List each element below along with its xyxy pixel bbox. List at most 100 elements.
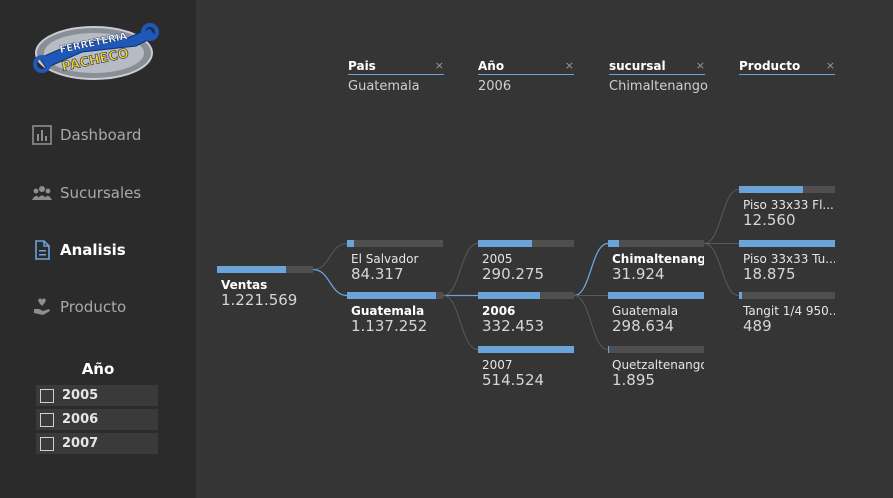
tree-node-2006[interactable]: 2006 332.453 [478,292,574,334]
node-value: 1.895 [612,371,655,389]
tree-node-piso-fl[interactable]: Piso 33x33 Fl... 12.560 [739,186,835,228]
node-label: Quetzaltenango [612,358,704,372]
node-bar [347,292,443,299]
level-underline [739,74,835,75]
node-value: 84.317 [351,265,404,283]
tree-node-guatemala[interactable]: Guatemala 1.137.252 [347,292,443,334]
node-label: 2005 [482,252,513,266]
year-option-2007[interactable]: 2007 [36,433,158,454]
close-icon[interactable]: × [565,60,574,72]
level-underline [609,74,705,75]
tree-connector [442,295,479,350]
bar-chart-icon [32,125,52,145]
year-option-2006[interactable]: 2006 [36,409,158,430]
tree-node-piso-tu[interactable]: Piso 33x33 Tu... 18.875 [739,240,835,282]
node-value: 1.221.569 [221,291,298,309]
level-selected-value: Chimaltenango [609,79,708,94]
node-bar [478,292,574,299]
node-bar [347,240,443,247]
tree-node-tangit[interactable]: Tangit 1/4 950... 489 [739,292,835,334]
tree-connector [442,243,479,296]
node-value: 332.453 [482,317,545,335]
node-bar [478,346,574,353]
node-value: 18.875 [743,265,796,283]
node-label: Ventas [221,278,268,292]
nav-producto-label: Producto [60,298,127,316]
year-option-2005[interactable]: 2005 [36,385,158,406]
year-option-label: 2005 [62,388,99,403]
checkbox[interactable] [40,412,54,427]
nav-sucursales[interactable]: Sucursales [32,181,141,205]
people-icon [32,186,52,200]
node-bar [608,292,704,299]
node-label: Chimaltenango [612,252,704,266]
level-selected-value: Guatemala [348,79,420,94]
sidebar: FERRETERIA PACHECO Dashboard Sucursales [0,0,196,498]
tree-connector [703,189,740,244]
node-bar [739,186,835,193]
node-bar-fill [478,346,574,353]
tree-node-ventas[interactable]: Ventas 1.221.569 [217,266,313,308]
node-bar [478,240,574,247]
node-label: Guatemala [612,304,679,318]
node-bar [608,346,704,353]
tree-node-2007[interactable]: 2007 514.524 [478,346,574,388]
node-value: 31.924 [612,265,665,283]
tree-node-2005[interactable]: 2005 290.275 [478,240,574,282]
node-bar [739,292,835,299]
node-bar-fill [347,292,437,299]
ferreteria-pacheco-logo: FERRETERIA PACHECO [33,23,159,80]
nav-analisis[interactable]: Analisis [32,238,126,262]
node-label: Guatemala [351,304,425,318]
checkbox[interactable] [40,436,54,451]
nav-analisis-label: Analisis [60,241,126,259]
tree-connector [312,268,348,297]
node-value: 290.275 [482,265,545,283]
node-label: Piso 33x33 Fl... [743,198,834,212]
nav-dashboard-label: Dashboard [60,126,142,144]
close-icon[interactable]: × [696,60,705,72]
level-name: Año [478,59,505,73]
tree-node-quetzaltenango[interactable]: Quetzaltenango 1.895 [608,346,704,388]
node-label: El Salvador [351,252,419,266]
level-header-pais: Pais × Guatemala [348,58,444,94]
level-header-anio: Año × 2006 [478,58,574,94]
node-bar-fill [739,240,835,247]
nav-sucursales-label: Sucursales [60,184,142,202]
tree-node-chimaltenango[interactable]: Chimaltenango 31.924 [608,240,704,282]
year-option-label: 2006 [62,412,99,427]
tree-node-el-salvador[interactable]: El Salvador 84.317 [347,240,443,282]
node-bar [608,240,704,247]
node-label: Piso 33x33 Tu... [743,252,835,266]
level-name: Pais [348,59,376,73]
level-name: Producto [739,59,801,73]
node-label: 2006 [482,304,516,318]
document-icon [35,240,50,260]
node-bar [739,240,835,247]
close-icon[interactable]: × [435,60,444,72]
node-bar-fill [739,186,804,193]
node-value: 514.524 [482,371,545,389]
level-underline [478,74,574,75]
checkbox[interactable] [40,388,54,403]
tree-connector [573,295,609,350]
level-name: sucursal [609,59,666,73]
node-bar-fill [608,292,704,299]
level-header-producto: Producto × [739,58,835,79]
node-bar-fill [347,240,354,247]
node-value: 12.560 [743,211,796,229]
node-bar-fill [608,240,619,247]
node-bar-fill [608,346,609,353]
nav-dashboard[interactable]: Dashboard [32,123,141,147]
level-header-sucursal: sucursal × Chimaltenango [609,58,708,94]
node-bar-fill [478,240,532,247]
node-bar-fill [217,266,287,273]
node-label: 2007 [482,358,513,372]
year-option-label: 2007 [62,436,99,451]
node-bar [217,266,313,273]
close-icon[interactable]: × [826,60,835,72]
decomposition-tree-panel: Pais × Guatemala Año × 2006 sucursal × C… [196,0,893,498]
nav-producto[interactable]: Producto [32,295,126,319]
level-underline [348,74,444,75]
tree-node-sucursal-guatemala[interactable]: Guatemala 298.634 [608,292,704,334]
